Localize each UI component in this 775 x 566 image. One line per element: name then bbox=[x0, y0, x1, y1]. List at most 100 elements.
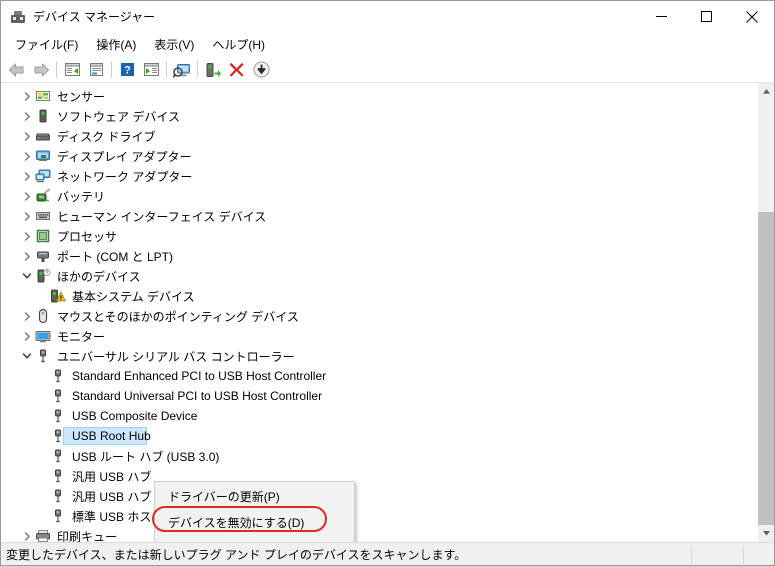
tree-row-standard-universal-pci-usb[interactable]: Standard Universal PCI to USB Host Contr… bbox=[1, 386, 757, 406]
tree-row-sensors[interactable]: センサー bbox=[1, 86, 757, 106]
chevron-right-icon[interactable] bbox=[19, 208, 35, 224]
back-button[interactable] bbox=[5, 59, 29, 81]
chevron-right-icon[interactable] bbox=[19, 328, 35, 344]
tree-row-generic-usb-hub-1[interactable]: 汎用 USB ハブ bbox=[1, 466, 757, 486]
device-manager-icon bbox=[10, 9, 26, 25]
context-menu[interactable]: ドライバーの更新(P) デバイスを無効にする(D) デバイスのアンインストール(… bbox=[152, 481, 355, 543]
chevron-right-icon[interactable] bbox=[19, 88, 35, 104]
port-icon bbox=[35, 248, 51, 264]
tree-row-label: ソフトウェア デバイス bbox=[57, 109, 180, 124]
chevron-right-icon[interactable] bbox=[19, 168, 35, 184]
scrollbar-track[interactable] bbox=[758, 100, 774, 525]
chevron-right-icon[interactable] bbox=[19, 528, 35, 542]
scan-for-hardware-changes-button[interactable] bbox=[170, 59, 194, 81]
display-adapter-icon bbox=[35, 148, 51, 164]
tree-row-other-devices[interactable]: ? ほかのデバイス bbox=[1, 266, 757, 286]
usb-icon bbox=[50, 408, 66, 424]
disable-device-icon bbox=[253, 61, 269, 78]
toolbar-separator bbox=[197, 61, 198, 78]
tree-row-processors[interactable]: プロセッサ bbox=[1, 226, 757, 246]
tree-row-label: 基本システム デバイス bbox=[72, 289, 195, 304]
scrollbar-thumb[interactable] bbox=[758, 100, 774, 212]
svg-text:?: ? bbox=[46, 271, 49, 277]
menu-view[interactable]: 表示(V) bbox=[145, 33, 203, 57]
tree-row-label: ほかのデバイス bbox=[57, 269, 141, 284]
toolbar-separator bbox=[111, 61, 112, 78]
chevron-right-icon[interactable] bbox=[19, 248, 35, 264]
minimize-button[interactable] bbox=[639, 1, 684, 32]
console-window-button[interactable] bbox=[139, 59, 163, 81]
status-bar-text: 変更したデバイス、または新しいプラグ アンド プレイのデバイスをスキャンします。 bbox=[6, 547, 467, 562]
tree-row-mice-and-pointing-devices[interactable]: マウスとそのほかのポインティング デバイス bbox=[1, 306, 757, 326]
tree-row-network-adapters[interactable]: ネットワーク アダプター bbox=[1, 166, 757, 186]
tree-row-label: 汎用 USB ハブ bbox=[72, 469, 152, 484]
chevron-right-icon[interactable] bbox=[19, 148, 35, 164]
software-device-icon bbox=[35, 108, 51, 124]
uninstall-device-icon bbox=[229, 62, 244, 77]
menu-file[interactable]: ファイル(F) bbox=[6, 33, 87, 57]
chevron-down-icon[interactable] bbox=[19, 348, 35, 364]
help-icon: ? bbox=[120, 63, 134, 77]
scroll-down-button[interactable] bbox=[758, 525, 774, 542]
tree-row-label: USB Root Hub bbox=[72, 429, 151, 443]
toolbar-separator bbox=[56, 61, 57, 78]
close-button[interactable] bbox=[729, 1, 774, 32]
tree-row-usb-composite-device[interactable]: USB Composite Device bbox=[1, 406, 757, 426]
tree-row-human-interface-devices[interactable]: ヒューマン インターフェイス デバイス bbox=[1, 206, 757, 226]
menu-help[interactable]: ヘルプ(H) bbox=[203, 33, 274, 57]
tree-row-label: プロセッサ bbox=[57, 229, 118, 244]
tree-row-standard-enhanced-pci-usb[interactable]: Standard Enhanced PCI to USB Host Contro… bbox=[1, 366, 757, 386]
device-tree[interactable]: センサー ソフトウェア デバイス ディスク ドライブ ディスプレイ アダプター … bbox=[1, 83, 757, 542]
menu-action[interactable]: 操作(A) bbox=[87, 33, 145, 57]
chevron-right-icon[interactable] bbox=[19, 228, 35, 244]
vertical-scrollbar[interactable] bbox=[757, 83, 774, 542]
forward-button[interactable] bbox=[29, 59, 53, 81]
tree-row-display-adapters[interactable]: ディスプレイ アダプター bbox=[1, 146, 757, 166]
help-button[interactable]: ? bbox=[115, 59, 139, 81]
tree-row-label: ヒューマン インターフェイス デバイス bbox=[57, 209, 267, 224]
show-hidden-pane-button[interactable] bbox=[60, 59, 84, 81]
tree-row-standard-usb-host-controller[interactable]: 標準 USB ホスト コントローラー (Microsoft) bbox=[1, 506, 757, 526]
maximize-icon bbox=[701, 11, 712, 22]
tree-row-generic-usb-hub-2[interactable]: 汎用 USB ハブ bbox=[1, 486, 757, 506]
chevron-right-icon[interactable] bbox=[19, 188, 35, 204]
battery-icon bbox=[35, 188, 51, 204]
chevron-right-icon[interactable] bbox=[19, 128, 35, 144]
scan-for-hardware-changes-icon bbox=[173, 63, 190, 78]
tree-row-print-queues[interactable]: 印刷キュー bbox=[1, 526, 757, 542]
tree-row-label: ユニバーサル シリアル バス コントローラー bbox=[57, 349, 295, 364]
update-driver-button[interactable] bbox=[201, 59, 225, 81]
show-hidden-pane-icon bbox=[64, 63, 80, 76]
context-menu-item-uninstall-device[interactable]: デバイスのアンインストール(U) bbox=[155, 535, 354, 543]
tree-row-base-system-device[interactable]: 基本システム デバイス bbox=[1, 286, 757, 306]
disable-device-button[interactable] bbox=[249, 59, 273, 81]
console-window-icon bbox=[143, 63, 159, 76]
uninstall-device-button[interactable] bbox=[225, 59, 249, 81]
tree-row-label: USB ルート ハブ (USB 3.0) bbox=[72, 449, 220, 464]
context-menu-item-disable-device[interactable]: デバイスを無効にする(D) bbox=[155, 509, 354, 535]
tree-row-usb-root-hub[interactable]: USB Root Hub bbox=[1, 426, 757, 446]
tree-row-usb-root-hub-usb30[interactable]: USB ルート ハブ (USB 3.0) bbox=[1, 446, 757, 466]
tree-row-ports[interactable]: ポート (COM と LPT) bbox=[1, 246, 757, 266]
tree-row-label: マウスとそのほかのポインティング デバイス bbox=[57, 309, 299, 324]
forward-arrow-icon bbox=[34, 63, 49, 76]
usb-icon bbox=[50, 448, 66, 464]
chevron-right-icon[interactable] bbox=[19, 308, 35, 324]
chevron-down-icon[interactable] bbox=[19, 268, 35, 284]
tree-row-label: USB Composite Device bbox=[72, 409, 198, 423]
tree-row-monitors[interactable]: モニター bbox=[1, 326, 757, 346]
tree-row-label: センサー bbox=[57, 89, 106, 104]
tree-row-batteries[interactable]: バッテリ bbox=[1, 186, 757, 206]
tree-row-software-devices[interactable]: ソフトウェア デバイス bbox=[1, 106, 757, 126]
tree-row-usb-controllers[interactable]: ユニバーサル シリアル バス コントローラー bbox=[1, 346, 757, 366]
status-bar-separator bbox=[743, 545, 744, 564]
scroll-up-button[interactable] bbox=[758, 83, 774, 100]
sensor-icon bbox=[35, 88, 51, 104]
maximize-button[interactable] bbox=[684, 1, 729, 32]
context-menu-item-update-driver[interactable]: ドライバーの更新(P) bbox=[155, 483, 354, 509]
scroll-up-icon bbox=[762, 89, 770, 94]
update-driver-icon bbox=[206, 62, 221, 77]
tree-row-disk-drives[interactable]: ディスク ドライブ bbox=[1, 126, 757, 146]
properties-button[interactable] bbox=[84, 59, 108, 81]
chevron-right-icon[interactable] bbox=[19, 108, 35, 124]
